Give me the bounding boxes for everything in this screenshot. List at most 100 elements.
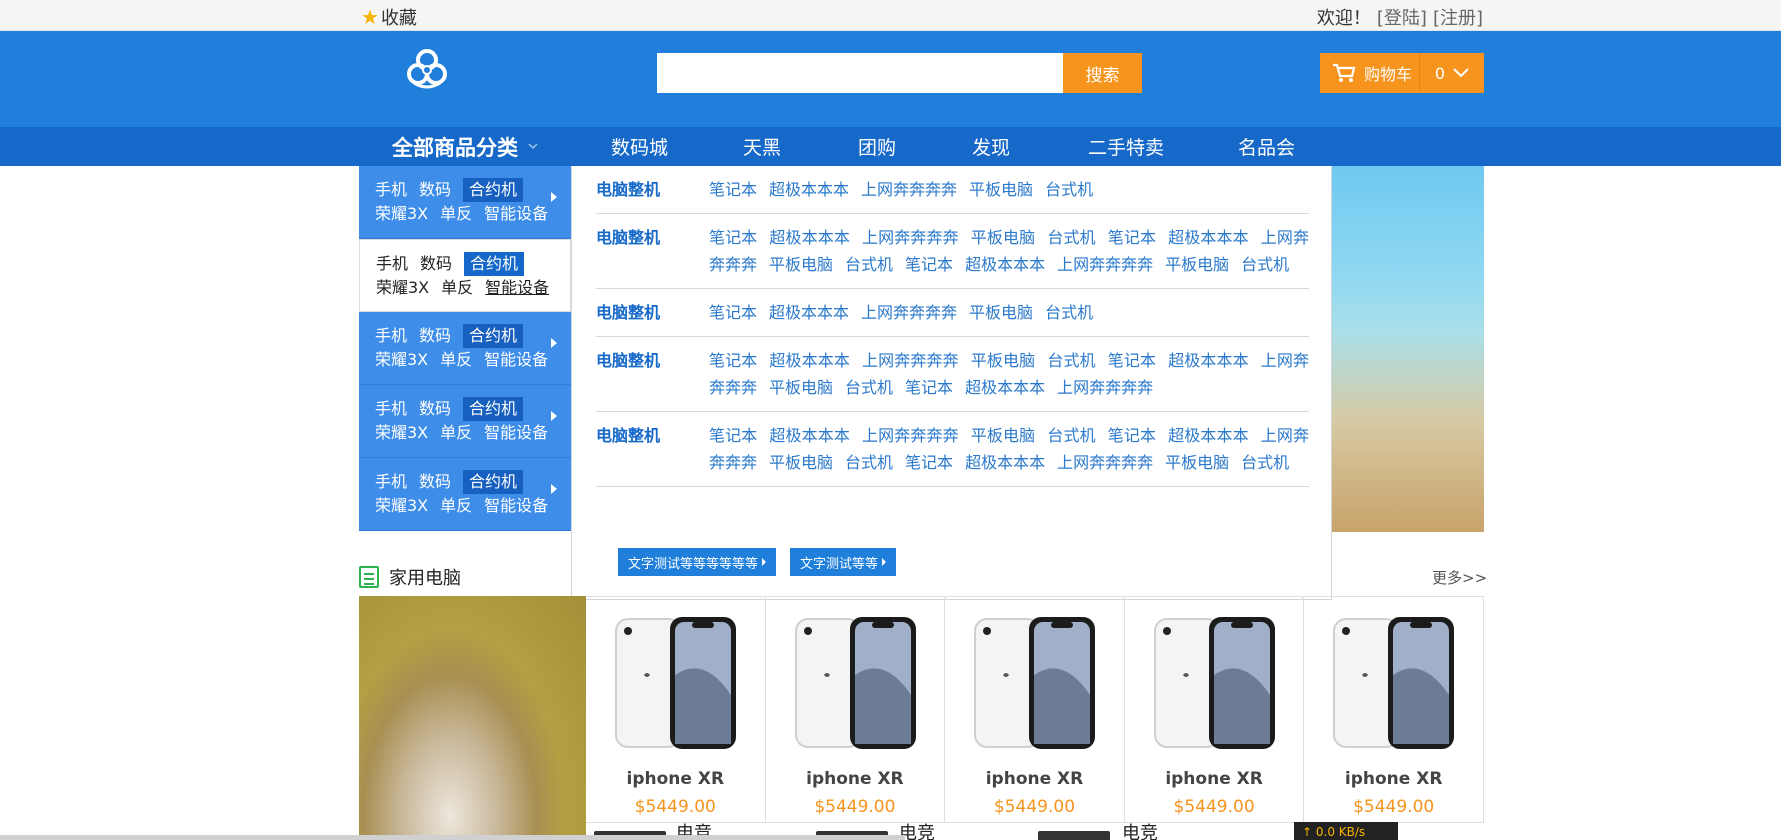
panel-row-title[interactable]: 电脑整机 xyxy=(596,299,709,326)
panel-link[interactable]: 平板电脑 xyxy=(1165,255,1229,274)
category-link[interactable]: 荣耀3X xyxy=(375,202,428,226)
nav-item-groupbuy[interactable]: 团购 xyxy=(858,127,896,166)
category-link[interactable]: 荣耀3X xyxy=(375,421,428,445)
panel-link[interactable]: 上网奔奔奔奔 xyxy=(861,180,957,199)
more-link[interactable]: 更多>> xyxy=(1432,567,1487,588)
panel-link[interactable]: 台式机 xyxy=(1045,303,1093,322)
product-card[interactable]: iphone XR $5449.00 xyxy=(766,597,946,823)
panel-link[interactable]: 台式机 xyxy=(1047,426,1095,445)
category-link[interactable]: 手机 xyxy=(375,178,407,202)
panel-row-title[interactable]: 电脑整机 xyxy=(596,347,709,401)
panel-link[interactable]: 超极本本本 xyxy=(769,228,850,247)
panel-link[interactable]: 平板电脑 xyxy=(769,378,833,397)
panel-link[interactable]: 超极本本本 xyxy=(965,255,1045,274)
panel-link[interactable]: 笔记本 xyxy=(905,453,953,472)
category-tag[interactable]: 合约机 xyxy=(463,470,524,494)
nav-item-secondhand[interactable]: 二手特卖 xyxy=(1088,127,1164,166)
panel-link[interactable]: 台式机 xyxy=(845,255,893,274)
panel-link[interactable]: 台式机 xyxy=(1045,180,1093,199)
panel-row-title[interactable]: 电脑整机 xyxy=(596,176,709,203)
panel-link[interactable]: 平板电脑 xyxy=(969,180,1033,199)
product-card[interactable]: iphone XR $5449.00 xyxy=(586,597,766,823)
cart-main[interactable]: 购物车 xyxy=(1320,53,1420,93)
category-link[interactable]: 荣耀3X xyxy=(375,494,428,518)
panel-link[interactable]: 台式机 xyxy=(1047,228,1095,247)
panel-link[interactable]: 笔记本 xyxy=(1108,426,1156,445)
panel-link[interactable]: 笔记本 xyxy=(709,228,757,247)
panel-link[interactable]: 笔记本 xyxy=(1108,351,1156,370)
panel-promo-button[interactable]: 文字测试等等等等等等 xyxy=(618,548,777,576)
biohazard-icon[interactable] xyxy=(402,43,452,93)
panel-link[interactable]: 上网奔奔奔奔 xyxy=(1057,453,1153,472)
category-item[interactable]: 手机 数码 合约机 荣耀3X 单反 智能设备 xyxy=(359,166,571,239)
panel-link[interactable]: 笔记本 xyxy=(709,426,757,445)
panel-link[interactable]: 超极本本本 xyxy=(1168,351,1249,370)
panel-link[interactable]: 上网奔奔奔奔 xyxy=(862,228,959,247)
banner-image[interactable] xyxy=(1320,166,1484,532)
product-name[interactable]: iphone XR xyxy=(1125,769,1304,789)
panel-link[interactable]: 笔记本 xyxy=(905,378,953,397)
all-categories-button[interactable]: 全部商品分类 xyxy=(359,127,571,166)
panel-link[interactable]: 平板电脑 xyxy=(971,228,1036,247)
product-name[interactable]: iphone XR xyxy=(586,769,765,789)
category-link[interactable]: 数码 xyxy=(419,397,451,421)
category-item-active[interactable]: 手机 数码 合约机 荣耀3X 单反 智能设备 xyxy=(359,239,571,312)
horizontal-scrollbar[interactable] xyxy=(0,835,905,840)
panel-link[interactable]: 上网奔奔奔奔 xyxy=(1057,255,1153,274)
panel-link[interactable]: 超极本本本 xyxy=(965,453,1045,472)
product-thumb[interactable] xyxy=(1038,831,1110,840)
category-link[interactable]: 智能设备 xyxy=(484,421,548,445)
panel-link[interactable]: 超极本本本 xyxy=(769,303,849,322)
panel-link[interactable]: 台式机 xyxy=(1241,255,1289,274)
panel-link[interactable]: 上网奔奔奔奔 xyxy=(1057,378,1153,397)
panel-link[interactable]: 台式机 xyxy=(1047,351,1095,370)
panel-link[interactable]: 超极本本本 xyxy=(965,378,1045,397)
category-link[interactable]: 荣耀3X xyxy=(375,348,428,372)
panel-link[interactable]: 台式机 xyxy=(1241,453,1289,472)
category-link[interactable]: 智能设备 xyxy=(485,276,549,300)
register-link[interactable]: [注册] xyxy=(1433,4,1483,30)
panel-link[interactable]: 超极本本本 xyxy=(769,426,850,445)
panel-link[interactable]: 超极本本本 xyxy=(1168,228,1249,247)
panel-promo-button[interactable]: 文字测试等等 xyxy=(790,548,897,576)
category-item[interactable]: 手机 数码 合约机 荣耀3X 单反 智能设备 xyxy=(359,385,571,458)
category-link[interactable]: 手机 xyxy=(375,397,407,421)
panel-link[interactable]: 超极本本本 xyxy=(1168,426,1249,445)
panel-link[interactable]: 上网奔奔奔奔 xyxy=(861,303,957,322)
panel-link[interactable]: 平板电脑 xyxy=(971,351,1036,370)
category-item[interactable]: 手机 数码 合约机 荣耀3X 单反 智能设备 xyxy=(359,312,571,385)
category-link[interactable]: 单反 xyxy=(440,494,472,518)
product-card[interactable]: iphone XR $5449.00 xyxy=(945,597,1125,823)
cart-count-toggle[interactable]: 0 xyxy=(1420,64,1484,83)
panel-link[interactable]: 笔记本 xyxy=(709,180,757,199)
panel-link[interactable]: 笔记本 xyxy=(709,351,757,370)
category-tag[interactable]: 合约机 xyxy=(464,252,525,276)
panel-link[interactable]: 平板电脑 xyxy=(971,426,1036,445)
category-link[interactable]: 单反 xyxy=(440,421,472,445)
panel-link[interactable]: 台式机 xyxy=(845,453,893,472)
search-button[interactable]: 搜索 xyxy=(1063,53,1142,93)
panel-link[interactable]: 上网奔奔奔奔 xyxy=(862,351,959,370)
panel-link[interactable]: 超极本本本 xyxy=(769,351,850,370)
category-link[interactable]: 手机 xyxy=(375,324,407,348)
nav-item-brands[interactable]: 名品会 xyxy=(1238,127,1295,166)
product-card[interactable]: iphone XR $5449.00 xyxy=(1125,597,1305,823)
category-link[interactable]: 数码 xyxy=(419,324,451,348)
category-link[interactable]: 荣耀3X xyxy=(376,276,429,300)
product-name[interactable]: iphone XR xyxy=(1304,769,1483,789)
panel-row-title[interactable]: 电脑整机 xyxy=(596,224,709,278)
panel-link[interactable]: 上网奔奔奔奔 xyxy=(862,426,959,445)
panel-link[interactable]: 笔记本 xyxy=(905,255,953,274)
product-name[interactable]: iphone XR xyxy=(945,769,1124,789)
category-link[interactable]: 数码 xyxy=(419,470,451,494)
category-link[interactable]: 智能设备 xyxy=(484,348,548,372)
panel-link[interactable]: 台式机 xyxy=(845,378,893,397)
category-link[interactable]: 数码 xyxy=(420,252,452,276)
category-link[interactable]: 单反 xyxy=(440,202,472,226)
category-tag[interactable]: 合约机 xyxy=(463,324,524,348)
category-link[interactable]: 手机 xyxy=(376,252,408,276)
product-label[interactable]: 电竞 xyxy=(1122,823,1158,840)
category-tag[interactable]: 合约机 xyxy=(463,178,524,202)
panel-link[interactable]: 笔记本 xyxy=(709,303,757,322)
cart-button[interactable]: 购物车 0 xyxy=(1320,53,1484,93)
